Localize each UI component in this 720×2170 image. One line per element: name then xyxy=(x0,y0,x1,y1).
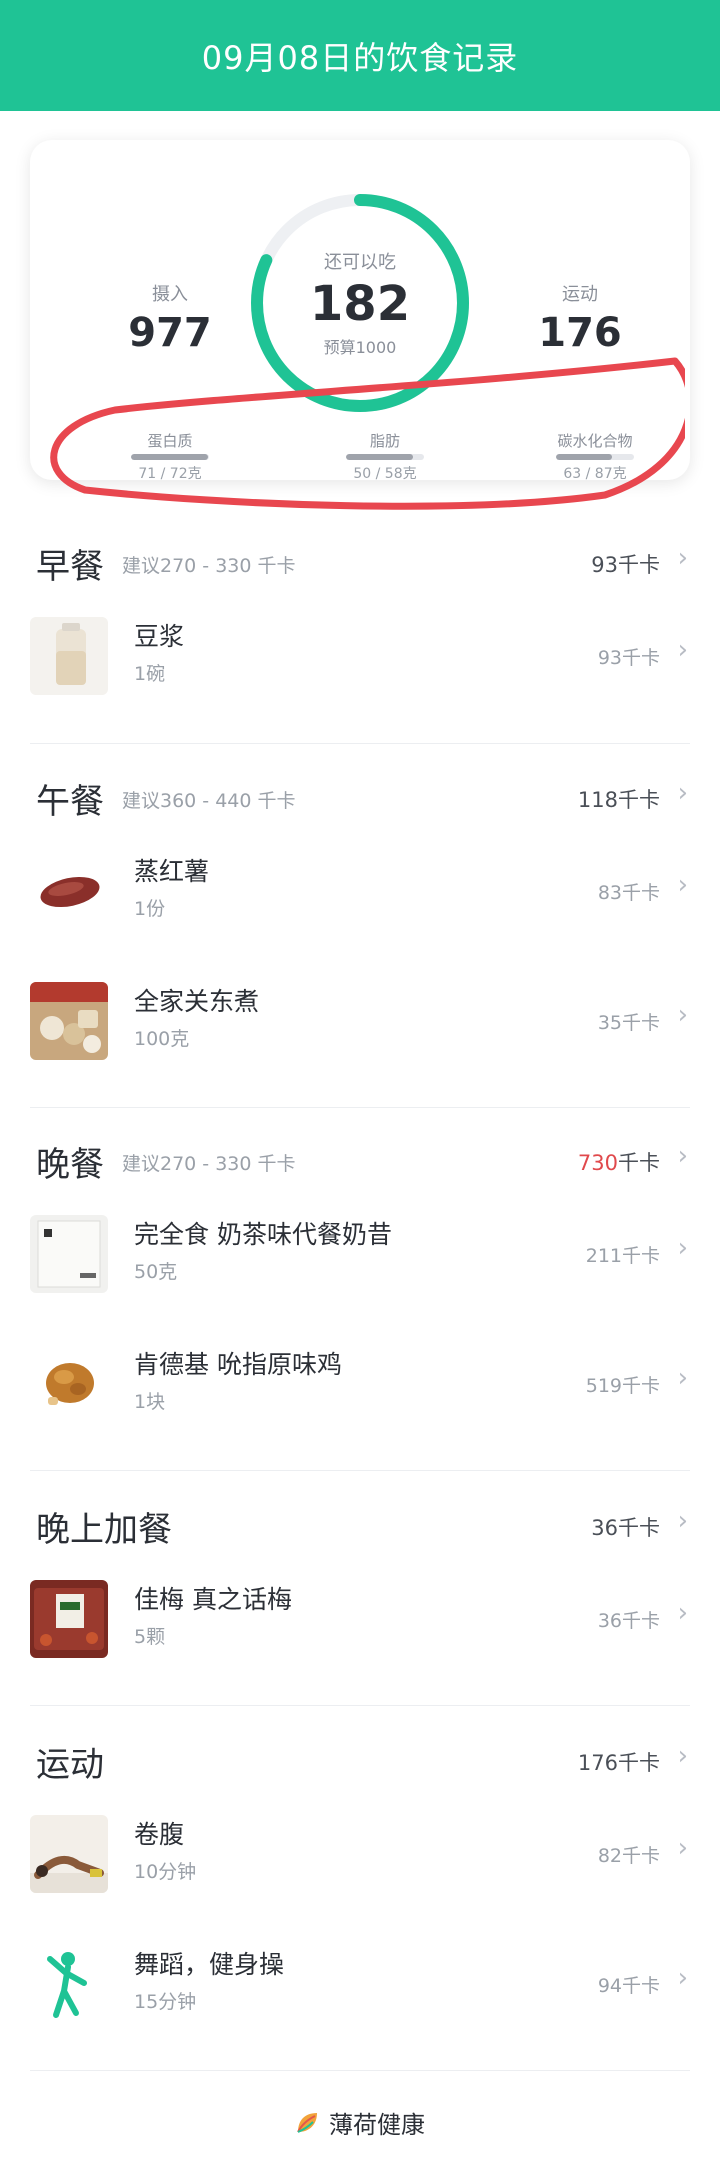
crunch-thumbnail xyxy=(30,1815,108,1893)
section-title: 运动 xyxy=(36,1745,104,1785)
section-dinner-header[interactable]: 晚餐 建议270 - 330 千卡 730千卡 › xyxy=(0,1133,720,1193)
food-name: 全家关东煮 xyxy=(134,987,260,1016)
section-total-unit: 千卡 xyxy=(618,1151,660,1175)
food-quantity: 100克 xyxy=(134,1028,190,1050)
intake-stat: 摄入 977 xyxy=(90,280,250,356)
exercise-stat: 运动 176 xyxy=(500,280,660,356)
page-header: 09月08日的饮食记录 xyxy=(0,0,720,111)
food-quantity: 1份 xyxy=(134,898,166,920)
chevron-right-icon: › xyxy=(677,1833,688,1863)
page-title: 09月08日的饮食记录 xyxy=(201,38,519,77)
food-item[interactable]: 豆浆 1碗 93千卡 › xyxy=(0,595,720,725)
footer-brand: 薄荷健康 xyxy=(0,2105,720,2140)
food-quantity: 50克 xyxy=(134,1261,178,1283)
exercise-item[interactable]: 舞蹈，健身操 15分钟 94千卡 › xyxy=(0,1923,720,2053)
section-hint: 建议270 - 330 千卡 xyxy=(122,555,296,577)
soy-milk-thumbnail xyxy=(30,617,108,695)
section-breakfast: 早餐 建议270 - 330 千卡 93千卡 › 豆浆 1碗 93千卡 › xyxy=(0,535,720,725)
food-calories: 211千卡 xyxy=(585,1245,660,1267)
section-title: 午餐 xyxy=(36,782,104,822)
dance-figure-icon xyxy=(30,1945,108,2023)
brand-logo: 薄荷健康 xyxy=(295,2105,425,2140)
food-calories: 36千卡 xyxy=(597,1610,660,1632)
chevron-right-icon: › xyxy=(677,635,688,665)
section-total: 730千卡 xyxy=(578,1147,660,1177)
food-calories: 83千卡 xyxy=(597,882,660,904)
chevron-right-icon: › xyxy=(677,1506,688,1536)
food-name: 佳梅 真之话梅 xyxy=(134,1585,292,1614)
exercise-duration: 10分钟 xyxy=(134,1861,197,1883)
food-calories: 519千卡 xyxy=(585,1375,660,1397)
food-item[interactable]: 佳梅 真之话梅 5颗 36千卡 › xyxy=(0,1558,720,1688)
food-item[interactable]: 完全食 奶茶味代餐奶昔 50克 211千卡 › xyxy=(0,1193,720,1323)
section-title: 晚餐 xyxy=(36,1145,104,1185)
chevron-right-icon: › xyxy=(677,1000,688,1030)
chevron-right-icon: › xyxy=(677,1598,688,1628)
exercise-value: 176 xyxy=(538,310,622,356)
intake-label: 摄入 xyxy=(152,284,188,305)
section-total: 176千卡 xyxy=(577,1751,660,1775)
remaining-value: 182 xyxy=(309,276,411,332)
mint-leaf-icon xyxy=(297,2112,317,2133)
section-divider xyxy=(30,2070,690,2071)
section-late-snack-header[interactable]: 晚上加餐 36千卡 › xyxy=(0,1498,720,1558)
red-annotation-circle xyxy=(50,357,685,510)
exercise-label: 运动 xyxy=(562,284,598,305)
chevron-right-icon: › xyxy=(677,870,688,900)
exercise-duration: 15分钟 xyxy=(134,1991,197,2013)
exercise-item[interactable]: 卷腹 10分钟 82千卡 › xyxy=(0,1793,720,1923)
section-total-over-value: 730 xyxy=(577,1151,618,1175)
section-divider xyxy=(30,1470,690,1471)
food-name: 肯德基 吮指原味鸡 xyxy=(134,1350,342,1379)
section-exercise: 运动 176千卡 › 卷腹 10分钟 82千卡 › 舞蹈，健身操 15分钟 94… xyxy=(0,1733,720,2053)
section-divider xyxy=(30,1107,690,1108)
chevron-right-icon: › xyxy=(677,1233,688,1263)
food-name: 完全食 奶茶味代餐奶昔 xyxy=(134,1220,392,1249)
section-total: 36千卡 xyxy=(591,1516,660,1540)
food-calories: 35千卡 xyxy=(597,1012,660,1034)
food-item[interactable]: 肯德基 吮指原味鸡 1块 519千卡 › xyxy=(0,1323,720,1453)
section-hint: 建议270 - 330 千卡 xyxy=(122,1153,296,1175)
fried-chicken-thumbnail xyxy=(30,1345,108,1423)
section-breakfast-header[interactable]: 早餐 建议270 - 330 千卡 93千卡 › xyxy=(0,535,720,595)
chevron-right-icon: › xyxy=(677,1963,688,1993)
sweet-potato-thumbnail xyxy=(30,852,108,930)
section-lunch-header[interactable]: 午餐 建议360 - 440 千卡 118千卡 › xyxy=(0,770,720,830)
section-late-snack: 晚上加餐 36千卡 › 佳梅 真之话梅 5颗 36千卡 › xyxy=(0,1498,720,1688)
intake-value: 977 xyxy=(128,310,212,356)
exercise-name: 舞蹈，健身操 xyxy=(134,1950,285,1979)
section-total: 93千卡 xyxy=(591,553,660,577)
chevron-right-icon: › xyxy=(677,543,688,573)
chevron-right-icon: › xyxy=(677,1741,688,1771)
chevron-right-icon: › xyxy=(677,778,688,808)
section-title: 早餐 xyxy=(36,547,104,587)
shake-package-thumbnail xyxy=(30,1215,108,1293)
food-name: 豆浆 xyxy=(134,622,185,651)
section-exercise-header[interactable]: 运动 176千卡 › xyxy=(0,1733,720,1793)
exercise-calories: 94千卡 xyxy=(597,1975,660,1997)
food-calories: 93千卡 xyxy=(597,647,660,669)
section-divider xyxy=(30,743,690,744)
chevron-right-icon: › xyxy=(677,1363,688,1393)
exercise-calories: 82千卡 xyxy=(597,1845,660,1867)
section-total: 118千卡 xyxy=(577,788,660,812)
chevron-right-icon: › xyxy=(677,1141,688,1171)
oden-thumbnail xyxy=(30,982,108,1060)
section-dinner: 晚餐 建议270 - 330 千卡 730千卡 › 完全食 奶茶味代餐奶昔 50… xyxy=(0,1133,720,1453)
food-item[interactable]: 蒸红薯 1份 83千卡 › xyxy=(0,830,720,960)
section-title: 晚上加餐 xyxy=(36,1510,172,1550)
brand-name: 薄荷健康 xyxy=(329,2111,425,2139)
food-item[interactable]: 全家关东煮 100克 35千卡 › xyxy=(0,960,720,1090)
section-lunch: 午餐 建议360 - 440 千卡 118千卡 › 蒸红薯 1份 83千卡 › … xyxy=(0,770,720,1090)
section-divider xyxy=(30,1705,690,1706)
food-name: 蒸红薯 xyxy=(134,857,210,886)
section-hint: 建议360 - 440 千卡 xyxy=(122,790,296,812)
remaining-label: 还可以吃 xyxy=(324,252,396,273)
food-quantity: 1块 xyxy=(134,1391,166,1413)
plum-snack-thumbnail xyxy=(30,1580,108,1658)
food-quantity: 5颗 xyxy=(134,1626,166,1648)
food-quantity: 1碗 xyxy=(134,663,166,685)
exercise-name: 卷腹 xyxy=(134,1820,185,1849)
